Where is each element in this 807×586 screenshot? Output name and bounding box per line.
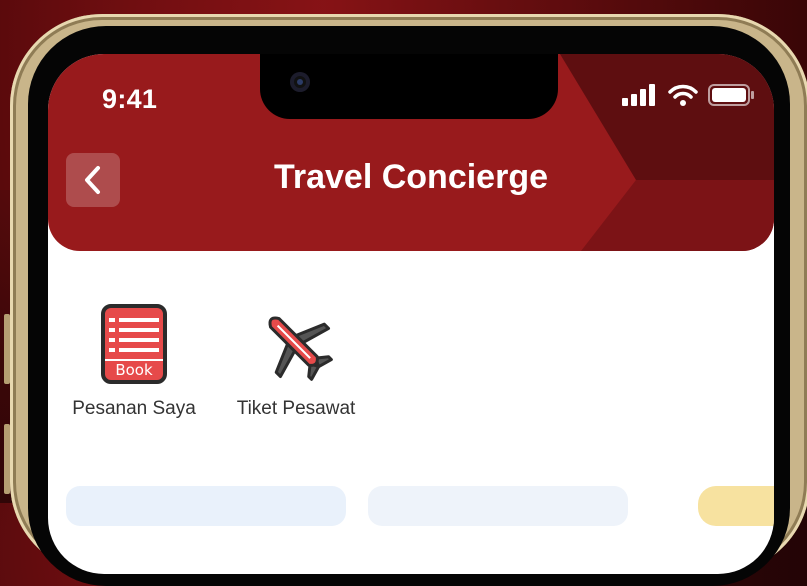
- menu-item-pesanan-saya[interactable]: Book Pesanan Saya: [54, 304, 214, 420]
- airplane-icon: [268, 316, 333, 381]
- content-card[interactable]: [698, 486, 774, 526]
- content-card[interactable]: [368, 486, 628, 526]
- wifi-icon: [668, 84, 698, 106]
- svg-text:Book: Book: [115, 361, 153, 379]
- camera-icon: [290, 72, 310, 92]
- page-title: Travel Concierge: [273, 158, 548, 196]
- status-time: 9:41: [102, 84, 158, 114]
- notch: [260, 54, 558, 119]
- signal-icon: [622, 84, 655, 106]
- app-header: 9:41 Travel Concierge: [48, 54, 774, 251]
- menu-item-label: Pesanan Saya: [72, 398, 196, 419]
- app-screen: 9:41 Travel Concierge Book Pesanan Saya …: [48, 54, 774, 574]
- menu-item-tiket-pesawat[interactable]: Tiket Pesawat: [216, 304, 376, 420]
- status-icons: [622, 84, 754, 106]
- menu-item-label: Tiket Pesawat: [236, 398, 356, 419]
- book-icon: Book: [101, 304, 167, 384]
- battery-icon: [708, 84, 754, 106]
- content-card[interactable]: [66, 486, 346, 526]
